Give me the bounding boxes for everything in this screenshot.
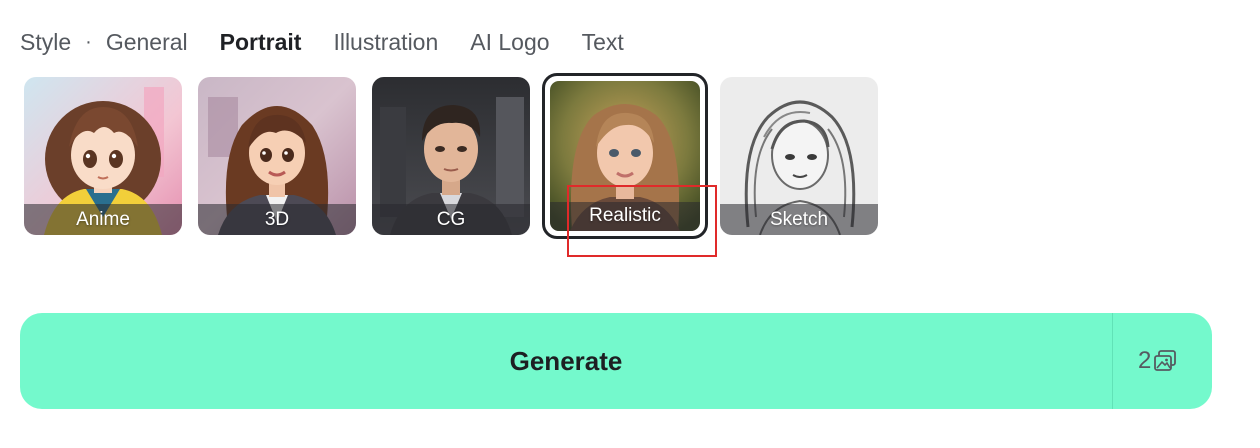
- images-icon: [1154, 350, 1177, 371]
- tab-illustration[interactable]: Illustration: [333, 29, 438, 56]
- style-card-anime[interactable]: Anime: [24, 77, 182, 235]
- tab-ai-logo[interactable]: AI Logo: [470, 29, 549, 56]
- image-count: 2: [1138, 347, 1177, 375]
- style-panel: Style · General Portrait Illustration AI…: [0, 0, 1260, 448]
- style-label-anime: Anime: [76, 209, 130, 230]
- image-count-value: 2: [1138, 347, 1152, 374]
- separator-dot: ·: [85, 30, 92, 53]
- highlight-annotation-box: [567, 185, 717, 257]
- style-label-cg: CG: [436, 209, 466, 230]
- style-label-3d: 3D: [264, 209, 290, 230]
- style-card-3d[interactable]: 3D: [198, 77, 356, 235]
- generate-divider: [1112, 313, 1113, 409]
- tab-text[interactable]: Text: [582, 29, 624, 56]
- style-card-cg[interactable]: CG: [372, 77, 530, 235]
- style-label-sketch: Sketch: [769, 209, 829, 230]
- style-tabs: Style · General Portrait Illustration AI…: [20, 27, 656, 57]
- generate-button[interactable]: Generate 2: [20, 313, 1212, 409]
- tab-general[interactable]: General: [106, 29, 188, 56]
- generate-label: Generate: [509, 346, 623, 376]
- style-heading: Style: [20, 28, 72, 55]
- tab-portrait[interactable]: Portrait: [220, 29, 302, 56]
- style-card-sketch[interactable]: Sketch: [720, 77, 878, 235]
